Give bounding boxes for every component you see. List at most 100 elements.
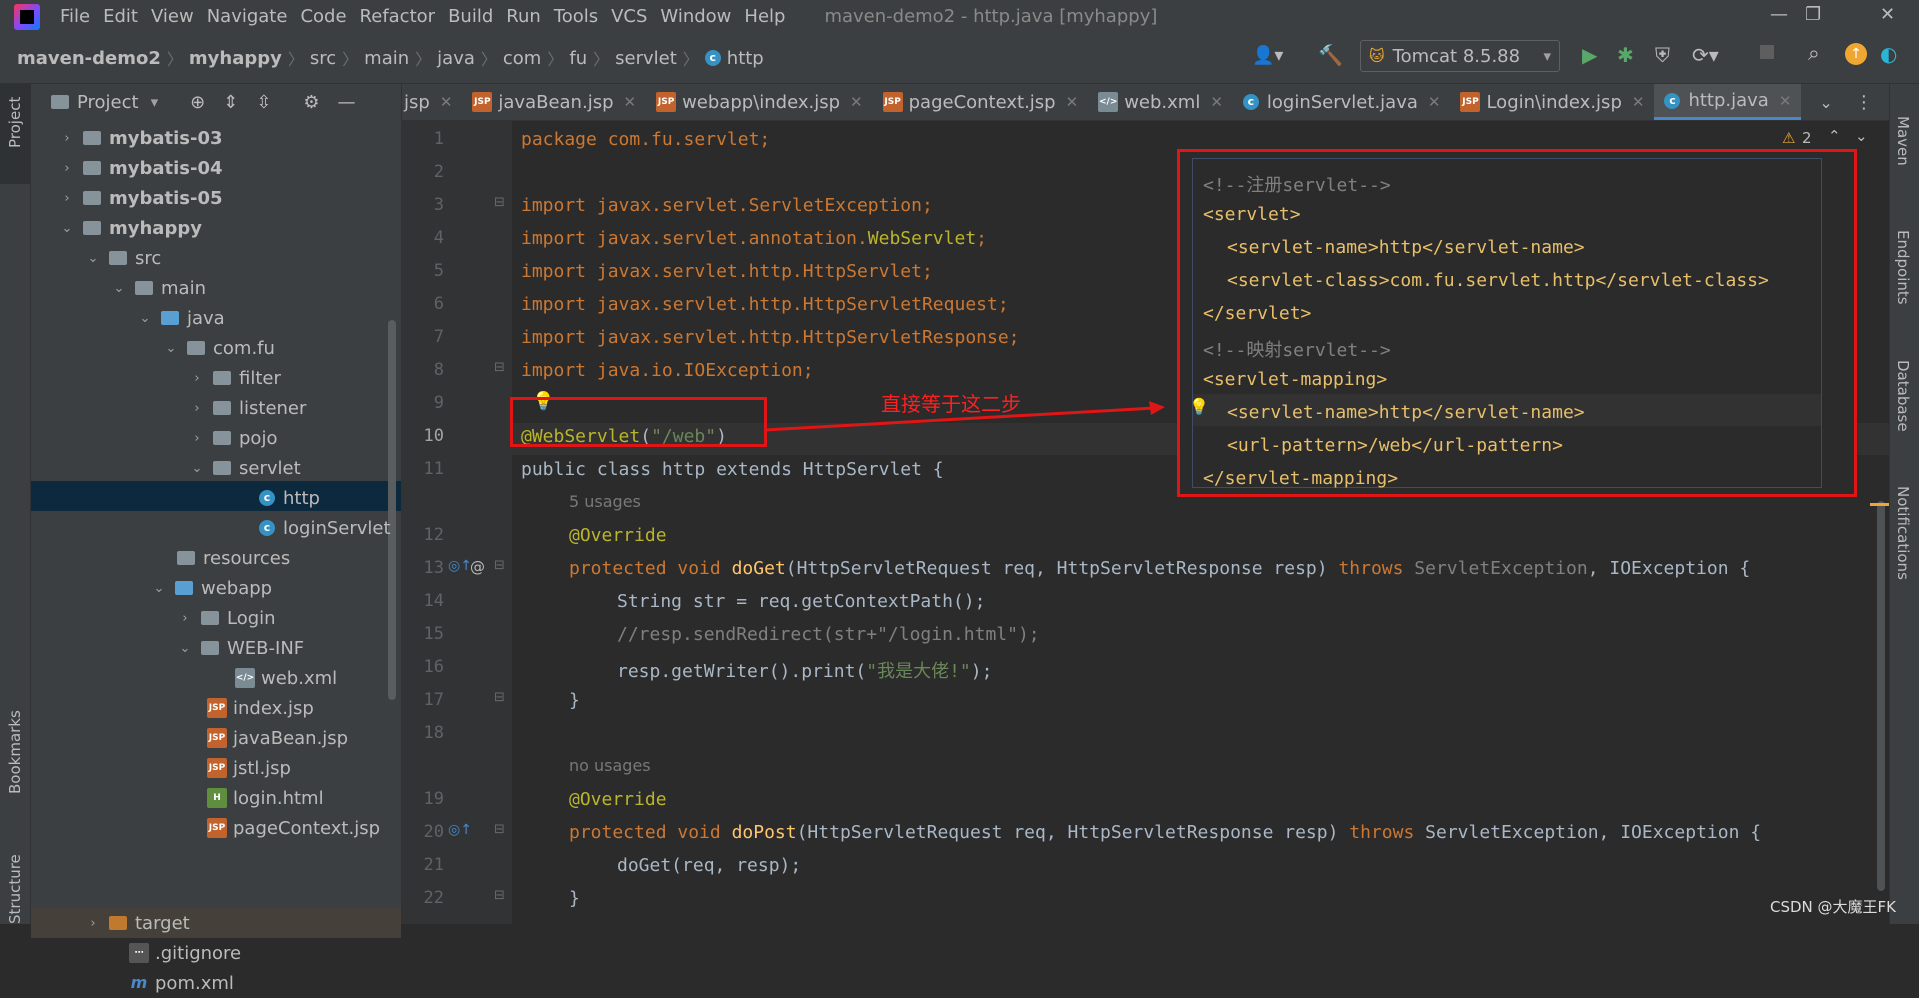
warning-count[interactable]: 2 — [1802, 129, 1812, 147]
chevron-down-icon[interactable]: ⌄ — [59, 221, 75, 236]
tree-item-mybatis-03[interactable]: › mybatis-03 — [59, 123, 222, 153]
debug-icon[interactable]: ✱ — [1617, 43, 1634, 67]
at-icon[interactable]: @ — [470, 558, 485, 576]
profile-icon[interactable]: ⟳▾ — [1692, 43, 1719, 67]
chevron-right-icon[interactable]: › — [85, 916, 101, 931]
gear-icon[interactable]: ⚙ — [303, 92, 319, 113]
tree-item-listener[interactable]: › listener — [189, 393, 306, 423]
breadcrumb-fu[interactable]: fu — [569, 48, 587, 69]
close-icon[interactable]: ✕ — [1779, 92, 1792, 110]
tree-item-web-inf[interactable]: ⌄ WEB-INF — [177, 633, 305, 663]
tree-item-pom-xml[interactable]: m pom.xml — [129, 968, 234, 998]
tree-item-gitignore[interactable]: ⋯ .gitignore — [129, 938, 241, 968]
collapse-all-icon[interactable]: ⇳ — [256, 92, 271, 113]
tab-javabean-jsp[interactable]: JSP javaBean.jsp ✕ — [462, 84, 646, 120]
breadcrumb-src[interactable]: src — [310, 48, 336, 69]
chevron-right-icon[interactable]: › — [189, 401, 205, 416]
tree-item-com-fu[interactable]: ⌄ com.fu — [163, 333, 275, 363]
chevron-right-icon[interactable]: › — [59, 131, 75, 146]
tree-item-webapp[interactable]: ⌄ webapp — [151, 573, 273, 603]
breadcrumb-module[interactable]: myhappy — [189, 48, 282, 69]
close-icon[interactable]: ✕ — [624, 93, 637, 111]
menu-view[interactable]: View — [151, 6, 194, 27]
warning-marker[interactable] — [1870, 503, 1889, 506]
close-icon[interactable]: ✕ — [1428, 93, 1441, 111]
bookmarks-tool-label[interactable]: Bookmarks — [6, 710, 24, 794]
close-icon[interactable]: ✕ — [850, 93, 863, 111]
close-icon[interactable]: ✕ — [1880, 4, 1895, 25]
tree-item-main[interactable]: ⌄ main — [111, 273, 206, 303]
menu-code[interactable]: Code — [300, 6, 346, 27]
project-panel-title[interactable]: Project — [77, 92, 139, 113]
database-tool-label[interactable]: Database — [1894, 360, 1912, 432]
tab-web-xml[interactable]: </> web.xml ✕ — [1088, 84, 1233, 120]
intellij-logo-icon[interactable] — [14, 3, 40, 30]
tab-webapp-index-jsp[interactable]: JSP webapp\index.jsp ✕ — [646, 84, 873, 120]
tab-loginservlet-java[interactable]: c loginServlet.java ✕ — [1233, 84, 1451, 120]
tree-item-myhappy[interactable]: ⌄ myhappy — [59, 213, 202, 243]
tab-jsp[interactable]: jsp ✕ — [402, 84, 462, 120]
ide-services-icon[interactable]: ◐ — [1880, 42, 1897, 66]
menu-build[interactable]: Build — [448, 6, 493, 27]
minimize-icon[interactable]: — — [1770, 4, 1788, 25]
chevron-right-icon[interactable]: › — [189, 371, 205, 386]
project-tool-label[interactable]: Project — [6, 97, 24, 148]
tree-item-filter[interactable]: › filter — [189, 363, 280, 393]
tree-item-jstl-jsp[interactable]: JSP jstl.jsp — [207, 753, 291, 783]
breadcrumb-main[interactable]: main — [364, 48, 409, 69]
build-hammer-icon[interactable]: 🔨 — [1318, 43, 1343, 67]
breadcrumb-project[interactable]: maven-demo2 — [17, 48, 161, 69]
tree-item-target[interactable]: › target — [85, 908, 189, 938]
fold-icon[interactable]: ⊟ — [494, 195, 505, 210]
fold-icon[interactable]: ⊟ — [494, 888, 505, 903]
tab-http-java[interactable]: c http.java ✕ — [1654, 84, 1802, 120]
chevron-right-icon[interactable]: › — [59, 191, 75, 206]
user-icon[interactable]: 👤▾ — [1252, 45, 1283, 66]
menu-edit[interactable]: Edit — [103, 6, 138, 27]
close-icon[interactable]: ✕ — [1066, 93, 1079, 111]
close-icon[interactable]: ✕ — [1210, 93, 1223, 111]
tree-item-javabean-jsp[interactable]: JSP javaBean.jsp — [207, 723, 348, 753]
fold-icon[interactable]: ⊟ — [494, 822, 505, 837]
chevron-down-icon[interactable]: ⌄ — [137, 311, 153, 326]
menu-window[interactable]: Window — [660, 6, 731, 27]
tree-item-pojo[interactable]: › pojo — [189, 423, 277, 453]
menu-help[interactable]: Help — [744, 6, 785, 27]
usages-hint[interactable]: no usages — [569, 756, 651, 775]
breadcrumb-java[interactable]: java — [437, 48, 475, 69]
chevron-down-icon[interactable]: ⌄ — [177, 641, 193, 656]
chevron-down-icon[interactable]: ▾ — [151, 93, 159, 111]
notifications-tool-label[interactable]: Notifications — [1894, 486, 1912, 580]
chevron-down-icon[interactable]: ⌄ — [85, 251, 101, 266]
menu-run[interactable]: Run — [506, 6, 541, 27]
run-icon[interactable]: ▶ — [1582, 43, 1597, 67]
stop-icon[interactable] — [1760, 45, 1774, 59]
tree-item-login[interactable]: › Login — [177, 603, 275, 633]
tab-pagecontext-jsp[interactable]: JSP pageContext.jsp ✕ — [873, 84, 1089, 120]
chevron-down-icon[interactable]: ⌄ — [151, 581, 167, 596]
chevron-up-icon[interactable]: ⌃ — [1828, 127, 1841, 145]
menu-refactor[interactable]: Refactor — [360, 6, 436, 27]
update-icon[interactable]: ↑ — [1845, 43, 1867, 65]
chevron-down-icon[interactable]: ⌄ — [163, 341, 179, 356]
fold-icon[interactable]: ⊟ — [494, 558, 505, 573]
menu-navigate[interactable]: Navigate — [207, 6, 288, 27]
run-config-select[interactable]: 🐱 Tomcat 8.5.88 ▾ — [1360, 40, 1560, 72]
tree-item-index-jsp[interactable]: JSP index.jsp — [207, 693, 314, 723]
overriding-method-icon[interactable]: ◎↑ — [448, 558, 472, 574]
tree-item-login-html[interactable]: Hlogin.html — [207, 783, 324, 813]
chevron-right-icon[interactable]: › — [177, 611, 193, 626]
chevron-right-icon[interactable]: › — [59, 161, 75, 176]
more-icon[interactable]: ⋮ — [1855, 92, 1873, 113]
expand-all-icon[interactable]: ⇕ — [223, 92, 238, 113]
close-icon[interactable]: ✕ — [440, 93, 453, 111]
chevron-down-icon[interactable]: ⌄ — [1855, 127, 1868, 145]
menu-vcs[interactable]: VCS — [611, 6, 647, 27]
warning-icon[interactable]: ⚠ — [1782, 129, 1795, 147]
chevron-down-icon[interactable]: ⌄ — [1819, 93, 1832, 112]
restore-icon[interactable]: ❐ — [1805, 4, 1821, 25]
tree-item-src[interactable]: ⌄ src — [85, 243, 162, 273]
breadcrumb-http[interactable]: http — [727, 48, 764, 69]
tree-item-pagecontext-jsp[interactable]: JSP pageContext.jsp — [207, 813, 380, 843]
fold-icon[interactable]: ⊟ — [494, 690, 505, 705]
